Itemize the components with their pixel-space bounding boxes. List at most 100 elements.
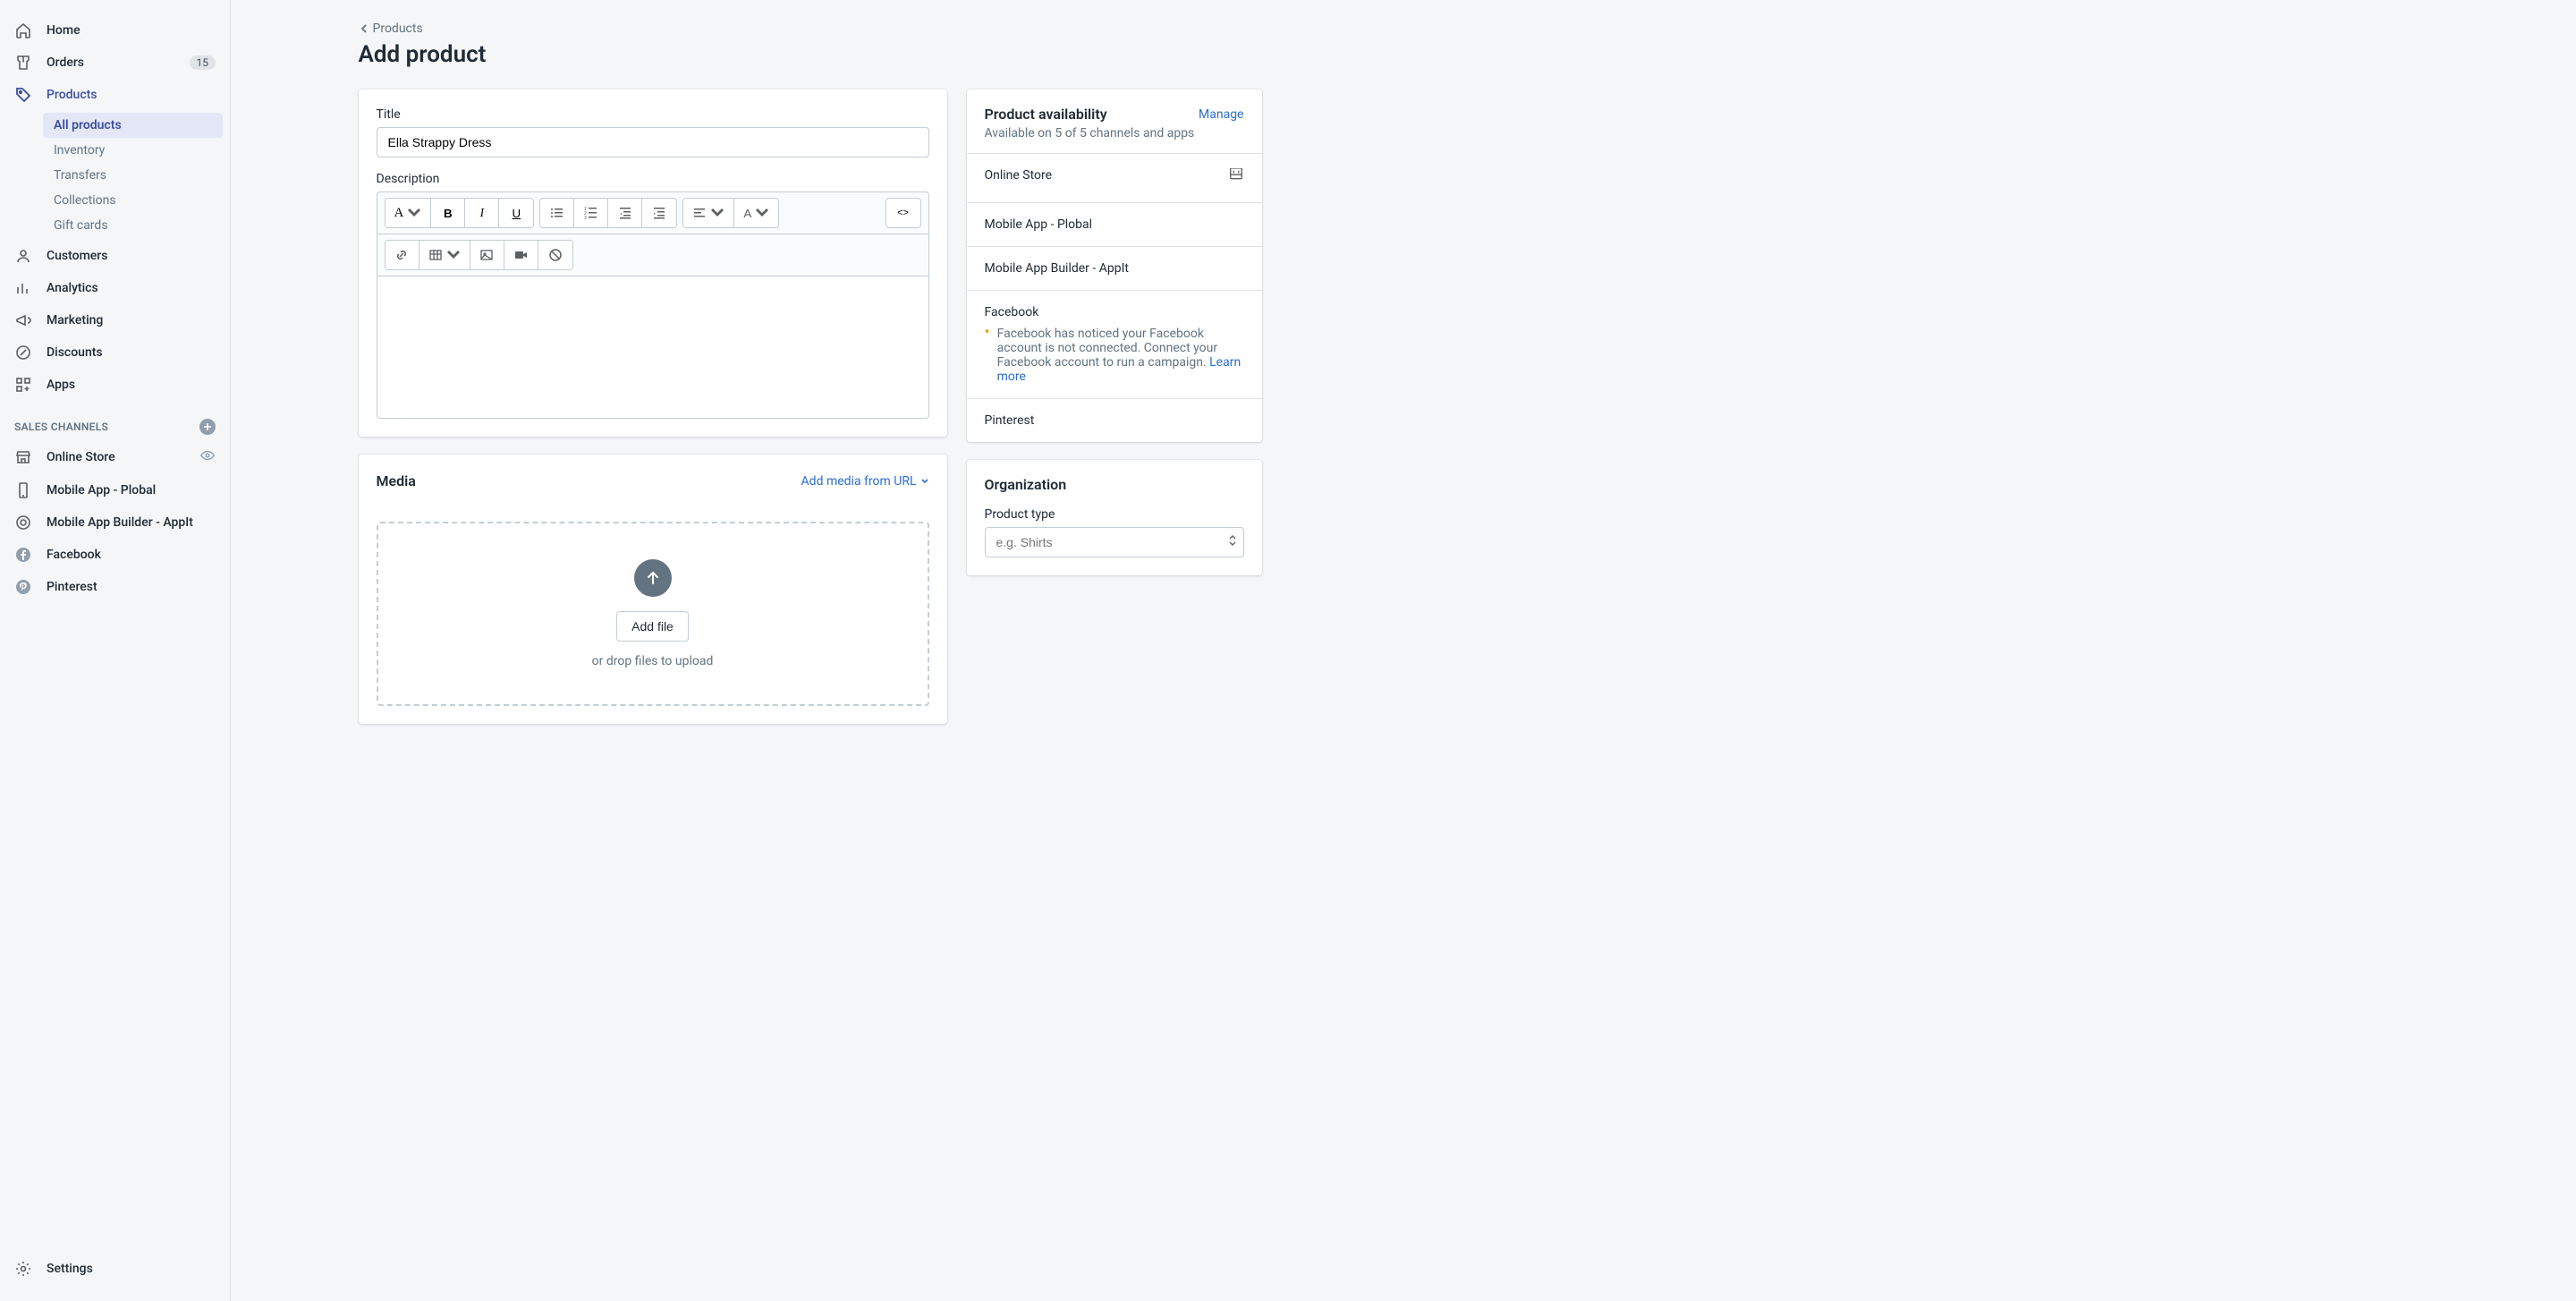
nav-customers[interactable]: Customers bbox=[0, 240, 230, 272]
facebook-icon bbox=[14, 546, 32, 564]
description-label: Description bbox=[377, 172, 929, 186]
rte-toolbar: A B I U 123 bbox=[377, 191, 929, 234]
channel-label: Online Store bbox=[47, 450, 115, 464]
media-title: Media bbox=[377, 472, 416, 489]
organization-title: Organization bbox=[985, 476, 1067, 493]
nav-label: Home bbox=[47, 23, 80, 38]
nav-apps[interactable]: Apps bbox=[0, 369, 230, 401]
availability-subtitle: Available on 5 of 5 channels and apps bbox=[967, 126, 1262, 153]
rte-bold-button[interactable]: B bbox=[431, 199, 465, 227]
channel-appit[interactable]: Mobile App Builder - AppIt bbox=[0, 506, 230, 539]
nav-marketing[interactable]: Marketing bbox=[0, 304, 230, 336]
availability-online-store: Online Store bbox=[967, 153, 1262, 202]
rte-link-button[interactable] bbox=[386, 241, 419, 269]
rte-html-button[interactable]: <> bbox=[886, 199, 920, 227]
channel-facebook[interactable]: Facebook bbox=[0, 539, 230, 571]
discounts-icon bbox=[14, 344, 32, 361]
sub-gift-cards[interactable]: Gift cards bbox=[43, 213, 223, 238]
pinterest-icon bbox=[14, 578, 32, 596]
sub-collections[interactable]: Collections bbox=[43, 188, 223, 213]
rte-align-button[interactable] bbox=[683, 199, 734, 227]
main-content: Products Add product Title Description bbox=[231, 0, 1389, 1301]
orders-icon bbox=[14, 54, 32, 72]
warning-bullet-icon: • bbox=[985, 327, 990, 384]
calendar-icon[interactable] bbox=[1228, 168, 1244, 188]
chevron-left-icon bbox=[359, 23, 369, 34]
products-submenu: All products Inventory Transfers Collect… bbox=[7, 113, 223, 238]
availability-plobal: Mobile App - Plobal bbox=[967, 202, 1262, 246]
rte-color-button[interactable]: A bbox=[734, 199, 778, 227]
customers-icon bbox=[14, 247, 32, 265]
nav-label: Orders bbox=[47, 55, 84, 70]
add-file-button[interactable]: Add file bbox=[616, 611, 689, 642]
gear-icon bbox=[14, 1260, 32, 1278]
rte-clear-button[interactable] bbox=[538, 241, 572, 269]
sub-transfers[interactable]: Transfers bbox=[43, 163, 223, 188]
channel-label: Mobile App - Plobal bbox=[47, 483, 156, 497]
mobile-icon bbox=[14, 481, 32, 499]
store-icon bbox=[14, 448, 32, 466]
add-channel-button[interactable] bbox=[199, 419, 216, 435]
svg-text:3: 3 bbox=[584, 216, 587, 220]
sub-inventory[interactable]: Inventory bbox=[43, 138, 223, 163]
channel-online-store[interactable]: Online Store bbox=[0, 440, 230, 474]
eye-icon[interactable] bbox=[199, 447, 216, 467]
channel-label: Pinterest bbox=[47, 580, 97, 594]
breadcrumb[interactable]: Products bbox=[359, 21, 1262, 36]
rte-image-button[interactable] bbox=[470, 241, 504, 269]
sales-channels-header: SALES CHANNELS bbox=[0, 408, 230, 440]
apps-icon bbox=[14, 376, 32, 394]
page-title: Add product bbox=[359, 41, 1262, 68]
availability-appit: Mobile App Builder - AppIt bbox=[967, 246, 1262, 290]
title-label: Title bbox=[377, 107, 929, 122]
upload-icon bbox=[634, 559, 672, 597]
rte-video-button[interactable] bbox=[504, 241, 538, 269]
product-type-select[interactable] bbox=[985, 527, 1244, 557]
availability-card: Product availability Manage Available on… bbox=[967, 89, 1262, 442]
orders-badge: 15 bbox=[190, 55, 216, 70]
products-icon bbox=[14, 86, 32, 104]
nav-label: Customers bbox=[47, 249, 107, 263]
analytics-icon bbox=[14, 279, 32, 297]
rte-underline-button[interactable]: U bbox=[499, 199, 533, 227]
nav-label: Analytics bbox=[47, 281, 98, 295]
rte-numbered-list-button[interactable]: 123 bbox=[574, 199, 608, 227]
chevron-down-icon bbox=[920, 477, 929, 486]
nav-products[interactable]: Products bbox=[0, 79, 230, 111]
title-input[interactable] bbox=[377, 127, 929, 157]
marketing-icon bbox=[14, 311, 32, 329]
availability-title: Product availability bbox=[985, 106, 1107, 123]
rte-italic-button[interactable]: I bbox=[465, 199, 499, 227]
manage-availability-button[interactable]: Manage bbox=[1199, 106, 1243, 123]
target-icon bbox=[14, 514, 32, 531]
product-info-card: Title Description A B I U bbox=[359, 89, 947, 437]
add-media-url-button[interactable]: Add media from URL bbox=[801, 474, 929, 489]
media-card: Media Add media from URL Ad bbox=[359, 455, 947, 724]
channel-label: Mobile App Builder - AppIt bbox=[47, 515, 193, 530]
nav-label: Settings bbox=[47, 1262, 93, 1276]
channel-pinterest[interactable]: Pinterest bbox=[0, 571, 230, 603]
availability-facebook: Facebook • Facebook has noticed your Fac… bbox=[967, 290, 1262, 398]
rte-font-button[interactable]: A bbox=[386, 199, 432, 227]
media-dropzone[interactable]: Add file or drop files to upload bbox=[377, 522, 929, 706]
rte-indent-button[interactable] bbox=[642, 199, 676, 227]
nav-settings[interactable]: Settings bbox=[0, 1251, 230, 1287]
rte-toolbar-2 bbox=[377, 234, 929, 276]
product-type-label: Product type bbox=[985, 507, 1244, 522]
description-editor[interactable] bbox=[377, 276, 929, 419]
channel-label: Facebook bbox=[47, 548, 101, 562]
sub-all-products[interactable]: All products bbox=[43, 113, 223, 138]
rte-outdent-button[interactable] bbox=[608, 199, 642, 227]
channel-mobile-plobal[interactable]: Mobile App - Plobal bbox=[0, 474, 230, 506]
home-icon bbox=[14, 21, 32, 39]
organization-card: Organization Product type bbox=[967, 460, 1262, 575]
rte-table-button[interactable] bbox=[419, 241, 470, 269]
rte-bullet-list-button[interactable] bbox=[540, 199, 574, 227]
availability-pinterest: Pinterest bbox=[967, 398, 1262, 442]
dropzone-hint: or drop files to upload bbox=[414, 654, 892, 668]
sidebar: Home Orders 15 Products All products Inv… bbox=[0, 0, 231, 1301]
nav-analytics[interactable]: Analytics bbox=[0, 272, 230, 304]
nav-orders[interactable]: Orders 15 bbox=[0, 47, 230, 79]
nav-home[interactable]: Home bbox=[0, 14, 230, 47]
nav-discounts[interactable]: Discounts bbox=[0, 336, 230, 369]
